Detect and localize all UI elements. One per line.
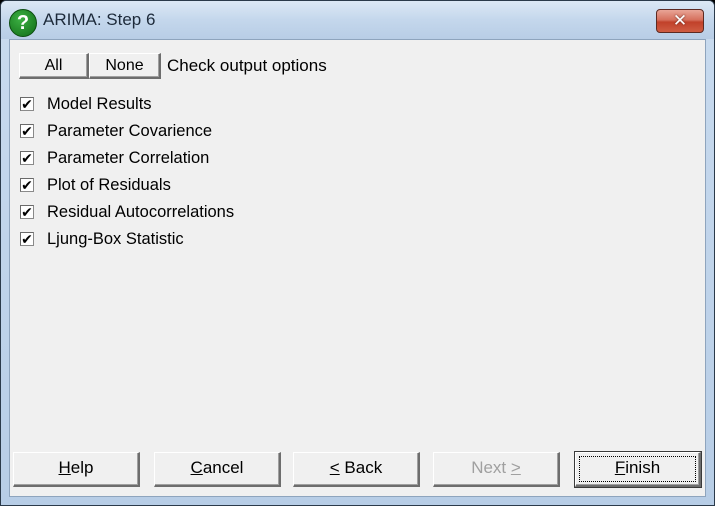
finish-button[interactable]: Finish	[574, 451, 702, 488]
option-label: Parameter Covarience	[47, 121, 213, 140]
help-question-icon: ?	[9, 9, 37, 37]
help-button[interactable]: Help	[13, 452, 140, 487]
option-ljung-box-statistic[interactable]: ✔ Ljung-Box Statistic	[20, 228, 184, 250]
close-icon: ✕	[672, 11, 688, 30]
check-output-options-label: Check output options	[167, 56, 327, 75]
next-button[interactable]: Next >	[433, 452, 560, 487]
option-label: Residual Autocorrelations	[47, 202, 235, 221]
option-model-results[interactable]: ✔ Model Results	[20, 93, 152, 115]
dialog-body: All None Check output options ✔ Model Re…	[9, 39, 706, 497]
option-parameter-correlation[interactable]: ✔ Parameter Correlation	[20, 147, 209, 169]
back-mnemonic: <	[329, 458, 340, 477]
select-none-button[interactable]: None	[89, 53, 161, 79]
option-label: Ljung-Box Statistic	[47, 229, 184, 248]
cancel-label: ancel	[202, 458, 244, 477]
option-parameter-covarience[interactable]: ✔ Parameter Covarience	[20, 120, 212, 142]
option-label: Model Results	[47, 94, 152, 113]
option-plot-of-residuals[interactable]: ✔ Plot of Residuals	[20, 174, 171, 196]
arima-dialog: ? ARIMA: Step 6 ✕ All None Check output …	[0, 0, 715, 506]
window-title: ARIMA: Step 6	[43, 10, 156, 29]
back-button[interactable]: < Back	[293, 452, 420, 487]
checkbox[interactable]: ✔	[20, 232, 34, 246]
back-label: Back	[339, 458, 383, 477]
help-mnemonic: H	[58, 458, 71, 477]
select-all-button[interactable]: All	[19, 53, 89, 79]
close-button[interactable]: ✕	[656, 9, 704, 33]
title-bar[interactable]: ? ARIMA: Step 6 ✕	[1, 1, 714, 39]
checkbox[interactable]: ✔	[20, 124, 34, 138]
checkbox[interactable]: ✔	[20, 205, 34, 219]
option-residual-autocorrelations[interactable]: ✔ Residual Autocorrelations	[20, 201, 234, 223]
cancel-mnemonic: C	[190, 458, 203, 477]
checkbox[interactable]: ✔	[20, 97, 34, 111]
next-mnemonic: >	[510, 458, 521, 477]
option-label: Parameter Correlation	[47, 148, 210, 167]
checkbox[interactable]: ✔	[20, 178, 34, 192]
focus-rectangle	[579, 456, 696, 482]
cancel-button[interactable]: Cancel	[154, 452, 281, 487]
option-label: Plot of Residuals	[47, 175, 171, 194]
help-label: elp	[70, 458, 94, 477]
next-label: Next	[471, 458, 511, 477]
checkbox[interactable]: ✔	[20, 151, 34, 165]
